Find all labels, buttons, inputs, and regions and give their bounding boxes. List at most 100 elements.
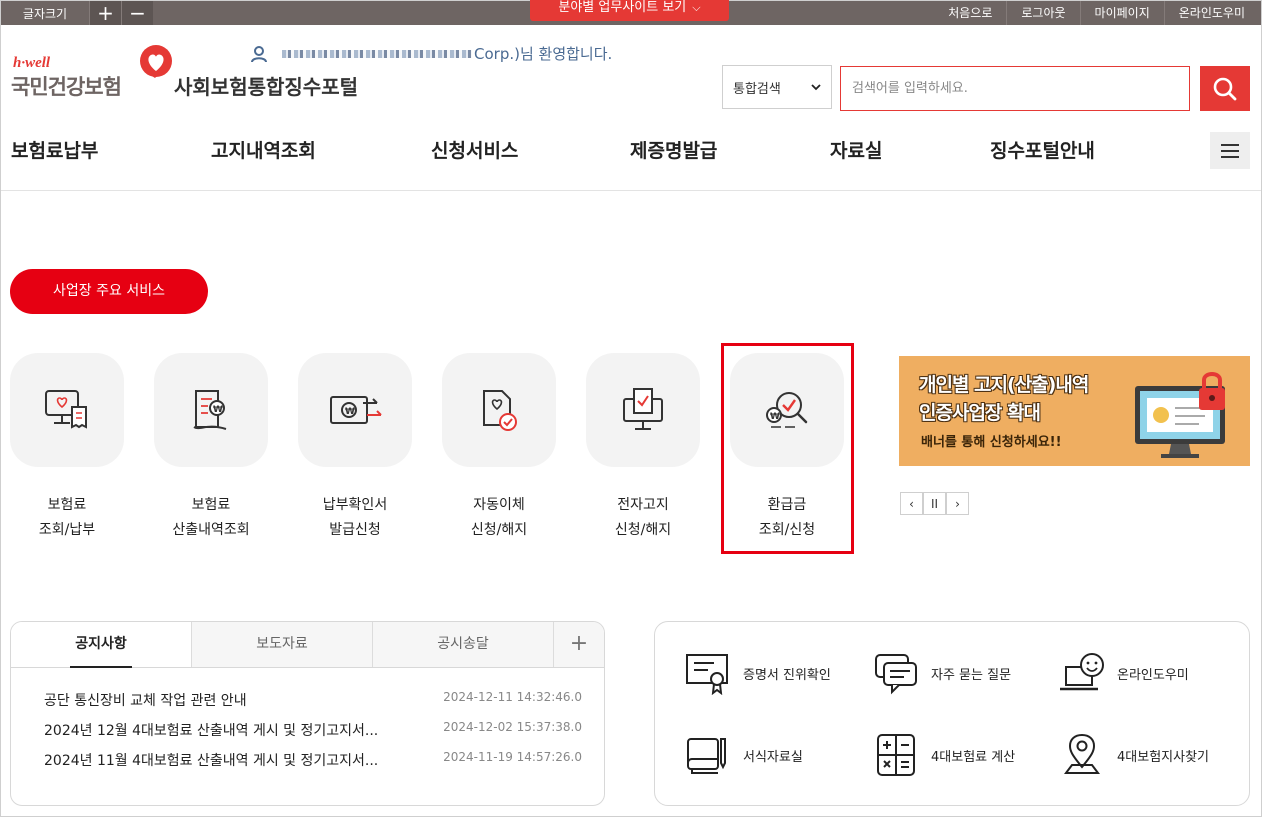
search-scope-select[interactable]: 통합검색 <box>722 65 832 109</box>
tab-notices[interactable]: 공지사항 <box>11 622 192 668</box>
nav-notice-history[interactable]: 고지내역조회 <box>211 136 316 163</box>
service-payment-confirmation[interactable]: ₩ 납부확인서 발급신청 <box>298 353 412 543</box>
service-label-line1: 자동이체 <box>473 497 525 513</box>
notice-row: 공단 통신장비 교체 작업 관련 안내 2024-12-11 14:32:46.… <box>44 690 582 710</box>
service-label-line2: 조회/납부 <box>38 522 96 538</box>
service-label-line1: 납부확인서 <box>322 497 388 513</box>
monitor-lock-illustration <box>1135 372 1225 458</box>
mypage-link[interactable]: 마이페이지 <box>1079 1 1164 25</box>
quick-icon-wrap <box>683 650 733 696</box>
monitor-checklist-icon <box>623 388 663 430</box>
service-label-line1: 보험료 <box>191 497 231 513</box>
quick-label: 증명서 진위확인 <box>743 667 831 683</box>
font-size-increase-button[interactable]: + <box>89 1 121 25</box>
quick-certificate-verify[interactable]: 증명서 진위확인 <box>683 650 831 696</box>
svg-text:₩: ₩ <box>345 407 355 417</box>
service-tile <box>10 353 124 467</box>
chat-bubbles-icon <box>875 654 917 695</box>
quick-icon-wrap <box>1057 650 1107 696</box>
service-label-line1: 전자고지 <box>617 497 669 513</box>
tab-public-service[interactable]: 공시송달 <box>373 622 554 667</box>
quick-premium-calculator[interactable]: 4대보험료 계산 <box>871 732 1015 778</box>
quick-label: 온라인도우미 <box>1117 667 1189 683</box>
search-input[interactable] <box>840 66 1190 111</box>
nhis-logo[interactable]: h·well 국민건강보험 <box>11 45 172 99</box>
font-size-decrease-button[interactable]: − <box>121 1 153 25</box>
main-navigation: 보험료납부 고지내역조회 신청서비스 제증명발급 자료실 징수포털안내 <box>1 131 1261 191</box>
chevron-down-icon <box>811 84 821 91</box>
banner-subtitle: 배너를 통해 신청하세요!! <box>921 435 1062 450</box>
nav-premium-payment[interactable]: 보험료납부 <box>11 136 98 163</box>
home-link[interactable]: 처음으로 <box>934 1 1006 25</box>
laptop-smile-icon <box>1060 653 1104 691</box>
portal-title: 사회보험통합징수포털 <box>174 75 358 99</box>
notice-title[interactable]: 공단 통신장비 교체 작업 관련 안내 <box>44 690 424 710</box>
quick-icon-wrap <box>683 732 733 778</box>
calculator-icon <box>877 734 915 776</box>
font-size-control: 글자크기 + − <box>1 1 153 25</box>
service-premium-breakdown[interactable]: ₩ 보험료 산출내역조회 <box>154 353 268 543</box>
quick-faq[interactable]: 자주 묻는 질문 <box>871 650 1011 696</box>
notice-date: 2024-12-02 15:37:38.0 <box>443 720 582 734</box>
book-pen-icon <box>687 738 726 774</box>
search-scope-value: 통합검색 <box>733 81 781 97</box>
welcome-message: Corp.)님 환영합니다. <box>250 43 612 64</box>
banner-pause-button[interactable]: II <box>923 492 946 515</box>
banner-title-line1: 개인별 고지(산출)내역 <box>919 374 1089 396</box>
service-label-line2: 산출내역조회 <box>172 522 250 538</box>
quick-branch-finder[interactable]: 4대보험지사찾기 <box>1057 732 1209 778</box>
service-e-notice[interactable]: 전자고지 신청/해지 <box>586 353 700 543</box>
monitor-heart-receipt-icon <box>45 390 87 429</box>
service-tile: ₩ <box>298 353 412 467</box>
notice-title[interactable]: 2024년 12월 4대보험료 산출내역 게시 및 정기고지서... <box>44 720 424 740</box>
search-icon <box>1213 77 1237 100</box>
hamburger-icon-line <box>1221 155 1239 158</box>
svg-text:₩: ₩ <box>213 405 223 415</box>
all-menu-button[interactable] <box>1210 132 1250 169</box>
top-links: 처음으로 로그아웃 마이페이지 온라인도우미 <box>934 1 1259 25</box>
quick-label: 서식자료실 <box>743 749 803 765</box>
online-help-link[interactable]: 온라인도우미 <box>1163 1 1259 25</box>
service-label-line2: 발급신청 <box>329 522 381 538</box>
banner-prev-button[interactable]: ‹ <box>900 492 923 515</box>
notice-title[interactable]: 2024년 11월 4대보험료 산출내역 게시 및 정기고지서... <box>44 750 424 770</box>
service-auto-transfer[interactable]: 자동이체 신청/해지 <box>442 353 556 543</box>
nav-resources[interactable]: 자료실 <box>830 136 882 163</box>
promo-banner[interactable]: 개인별 고지(산출)내역 인증사업장 확대 배너를 통해 신청하세요!! <box>899 356 1250 466</box>
font-size-label: 글자크기 <box>22 6 68 21</box>
heart-logo-icon <box>140 45 172 78</box>
service-tile <box>442 353 556 467</box>
nav-portal-guide[interactable]: 징수포털안내 <box>990 136 1095 163</box>
service-label-line1: 보험료 <box>47 497 87 513</box>
service-label-line2: 신청/해지 <box>614 522 672 538</box>
redacted-user-name <box>282 49 472 58</box>
search-button[interactable] <box>1200 66 1250 111</box>
notice-date: 2024-11-19 14:57:26.0 <box>443 750 582 764</box>
logout-link[interactable]: 로그아웃 <box>1006 1 1079 25</box>
notice-row: 2024년 11월 4대보험료 산출내역 게시 및 정기고지서... 2024-… <box>44 750 582 770</box>
quick-links-panel: 증명서 진위확인 자주 묻는 질문 온라인도우미 서식자료실 4대보험료 계산 … <box>654 621 1250 806</box>
banner-title-line2: 인증사업장 확대 <box>919 402 1041 424</box>
nav-certificate-issue[interactable]: 제증명발급 <box>630 136 717 163</box>
refund-highlight-frame <box>721 343 854 554</box>
top-utility-bar: 글자크기 + − 분야별 업무사이트 보기 ⌵ 처음으로 로그아웃 마이페이지 온… <box>1 0 1261 25</box>
logo-hwell-text: h·well <box>13 55 51 71</box>
quick-forms-library[interactable]: 서식자료실 <box>683 732 803 778</box>
quick-icon-wrap <box>871 650 921 696</box>
service-premium-payment[interactable]: 보험료 조회/납부 <box>10 353 124 543</box>
tab-press-releases[interactable]: 보도자료 <box>192 622 373 667</box>
notice-more-button[interactable]: + <box>554 622 604 667</box>
notice-date: 2024-12-11 14:32:46.0 <box>443 690 582 704</box>
quick-online-helper[interactable]: 온라인도우미 <box>1057 650 1189 696</box>
service-tile: ₩ <box>154 353 268 467</box>
nav-application-service[interactable]: 신청서비스 <box>431 136 518 163</box>
quick-label: 4대보험료 계산 <box>931 749 1016 765</box>
service-tile <box>586 353 700 467</box>
hamburger-icon <box>1221 143 1239 146</box>
service-label-line2: 신청/해지 <box>470 522 528 538</box>
banner-next-button[interactable]: › <box>946 492 969 515</box>
business-sites-button[interactable]: 분야별 업무사이트 보기 ⌵ <box>530 0 729 21</box>
business-sites-label: 분야별 업무사이트 보기 <box>558 0 687 15</box>
main-services-pill[interactable]: 사업장 주요 서비스 <box>10 269 208 314</box>
document-check-icon <box>483 390 517 431</box>
